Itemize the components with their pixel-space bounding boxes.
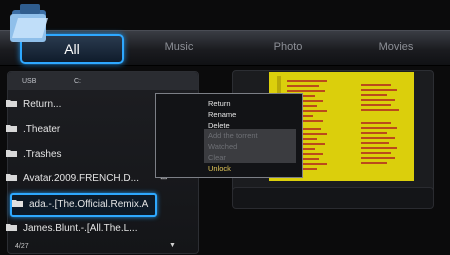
path-label: C:	[74, 78, 81, 85]
tab-music[interactable]: Music	[139, 41, 219, 53]
tab-photo[interactable]: Photo	[248, 41, 328, 53]
page-count: 4/27	[15, 243, 29, 250]
list-item-trashes[interactable]: .Trashes	[6, 145, 156, 165]
list-item-label: .Trashes	[23, 149, 62, 160]
folder-icon	[6, 125, 17, 133]
list-item-label: ada.-.[The.Official.Remix.A	[29, 199, 149, 210]
menu-item-rename[interactable]: Rename	[208, 109, 236, 120]
list-item-ada-selected[interactable]: ada.-.[The.Official.Remix.A	[10, 193, 157, 217]
menu-item-watched: Watched	[208, 142, 238, 151]
menu-item-clear: Clear	[208, 153, 226, 162]
folder-app-icon	[10, 4, 48, 42]
scroll-down-icon[interactable]: ▼	[169, 242, 176, 249]
list-item-label: Avatar.2009.FRENCH.D...	[23, 173, 139, 184]
folder-icon	[6, 224, 17, 232]
list-item-label: Return...	[23, 99, 62, 110]
folder-icon	[6, 174, 17, 182]
folder-icon	[6, 150, 17, 158]
menu-item-return[interactable]: Return	[208, 98, 231, 109]
list-item-james-blunt[interactable]: James.Blunt.-.[All.The.L...	[6, 219, 156, 239]
preview-info-bar	[232, 187, 434, 209]
menu-item-add-torrent: Add the torrent	[208, 131, 258, 140]
list-item-theater[interactable]: .Theater	[6, 120, 156, 140]
list-item-label: James.Blunt.-.[All.The.L...	[23, 223, 138, 234]
category-tab-bar: All Music Photo Movies	[0, 30, 450, 66]
context-menu: Return Rename Delete Add the torrent Wat…	[155, 93, 303, 178]
folder-icon	[12, 200, 23, 208]
menu-item-unlock[interactable]: Unlock	[208, 163, 231, 174]
drive-label: USB	[22, 78, 37, 85]
list-item-avatar[interactable]: Avatar.2009.FRENCH.D...	[6, 169, 156, 189]
folder-icon	[6, 100, 17, 108]
tab-movies[interactable]: Movies	[356, 41, 436, 53]
list-item-return[interactable]: Return...	[6, 95, 156, 115]
list-item-label: .Theater	[23, 124, 61, 135]
browser-header: USB C:	[8, 72, 198, 90]
